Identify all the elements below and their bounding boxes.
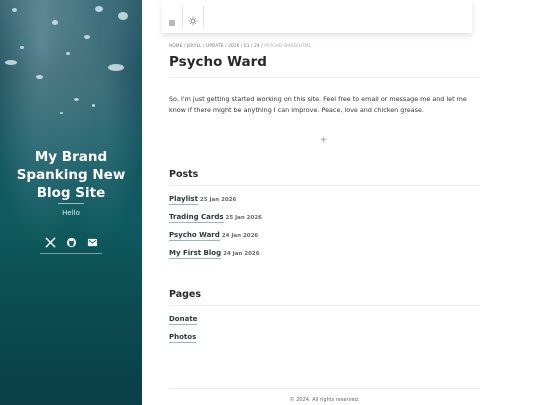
bokeh-light (20, 46, 24, 49)
bokeh-light (108, 64, 124, 71)
breadcrumb-item[interactable]: JEKYLL (187, 44, 202, 49)
bokeh-light (5, 60, 17, 65)
site-title[interactable]: My Brand Spanking New Blog Site (0, 148, 142, 202)
footer-text: © 2024. All rights reserved. (289, 397, 360, 403)
post-link[interactable]: Trading Cards (169, 213, 224, 223)
bokeh-light (84, 35, 90, 39)
sun-icon[interactable] (188, 11, 198, 26)
breadcrumb-item[interactable]: 2026 (228, 44, 239, 49)
x-icon[interactable] (44, 233, 56, 248)
social-links (0, 233, 142, 248)
breadcrumb-current: PSYCHO WARD.HTML (264, 44, 312, 49)
breadcrumb-item[interactable]: 01 (244, 44, 250, 49)
sidebar: My Brand Spanking New Blog Site Hello (0, 0, 142, 405)
page-item: Donate (169, 315, 198, 325)
page-link[interactable]: Donate (169, 315, 198, 325)
post-link[interactable]: Playlist (169, 195, 198, 205)
title-divider (58, 203, 84, 204)
bokeh-light (95, 6, 103, 12)
bokeh-light (12, 8, 17, 12)
breadcrumb-item[interactable]: UPDATE (206, 44, 224, 49)
bokeh-light (60, 112, 63, 114)
bokeh-light (74, 98, 79, 101)
topbar (162, 0, 472, 33)
bokeh-light (52, 20, 58, 25)
post-date: 25 Jan 2026 (199, 197, 237, 203)
site-tagline: Hello (62, 209, 80, 217)
post-date: 25 Jan 2026 (225, 215, 262, 221)
post-link[interactable]: My First Blog (169, 249, 222, 259)
post-date: 24 Jan 2026 (223, 251, 260, 257)
topbar-divider (203, 6, 204, 28)
page-title: Psycho Ward (169, 54, 267, 70)
bokeh-light (36, 75, 43, 79)
title-divider (169, 77, 480, 78)
footer-divider (169, 388, 480, 389)
posts-divider (169, 185, 480, 186)
post-item: Playlist 25 Jan 2026 (169, 195, 237, 205)
topbar-divider (182, 6, 183, 28)
page-link[interactable]: Photos (169, 333, 197, 343)
post-item: Psycho Ward 24 Jan 2026 (169, 231, 259, 241)
bokeh-light (92, 104, 95, 107)
separator-icon (320, 128, 327, 143)
breadcrumb: HOME / JEKYLL / UPDATE / 2026 / 01 / 24 … (169, 44, 312, 49)
page-item: Photos (169, 333, 197, 343)
post-link[interactable]: Psycho Ward (169, 231, 220, 241)
breadcrumb-item[interactable]: 24 (254, 44, 260, 49)
site-title-line: Blog Site (36, 185, 106, 201)
site-title-line: My Brand (34, 149, 108, 165)
breadcrumb-item[interactable]: HOME (169, 44, 182, 49)
bokeh-light (118, 12, 128, 20)
page-body: So, I'm just getting started working on … (169, 95, 467, 114)
menu-icon[interactable] (168, 12, 176, 26)
social-divider (40, 253, 102, 254)
posts-heading: Posts (169, 169, 199, 180)
post-date: 24 Jan 2026 (221, 233, 259, 239)
post-item: Trading Cards 25 Jan 2026 (169, 213, 262, 223)
pages-heading: Pages (169, 289, 202, 300)
post-item: My First Blog 24 Jan 2026 (169, 249, 260, 259)
email-icon[interactable] (87, 233, 98, 247)
bokeh-light (66, 52, 70, 55)
pages-divider (169, 305, 480, 306)
github-icon[interactable] (66, 233, 77, 248)
site-title-line: Spanking New (16, 167, 126, 183)
